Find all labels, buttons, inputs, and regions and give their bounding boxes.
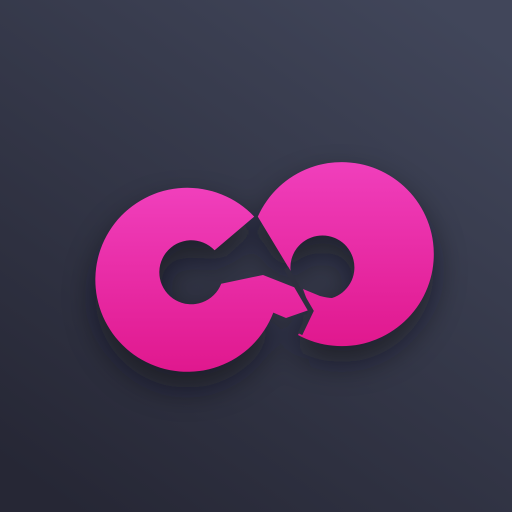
app-icon	[0, 0, 512, 512]
app-icon-canvas	[0, 0, 512, 512]
background	[0, 0, 512, 512]
